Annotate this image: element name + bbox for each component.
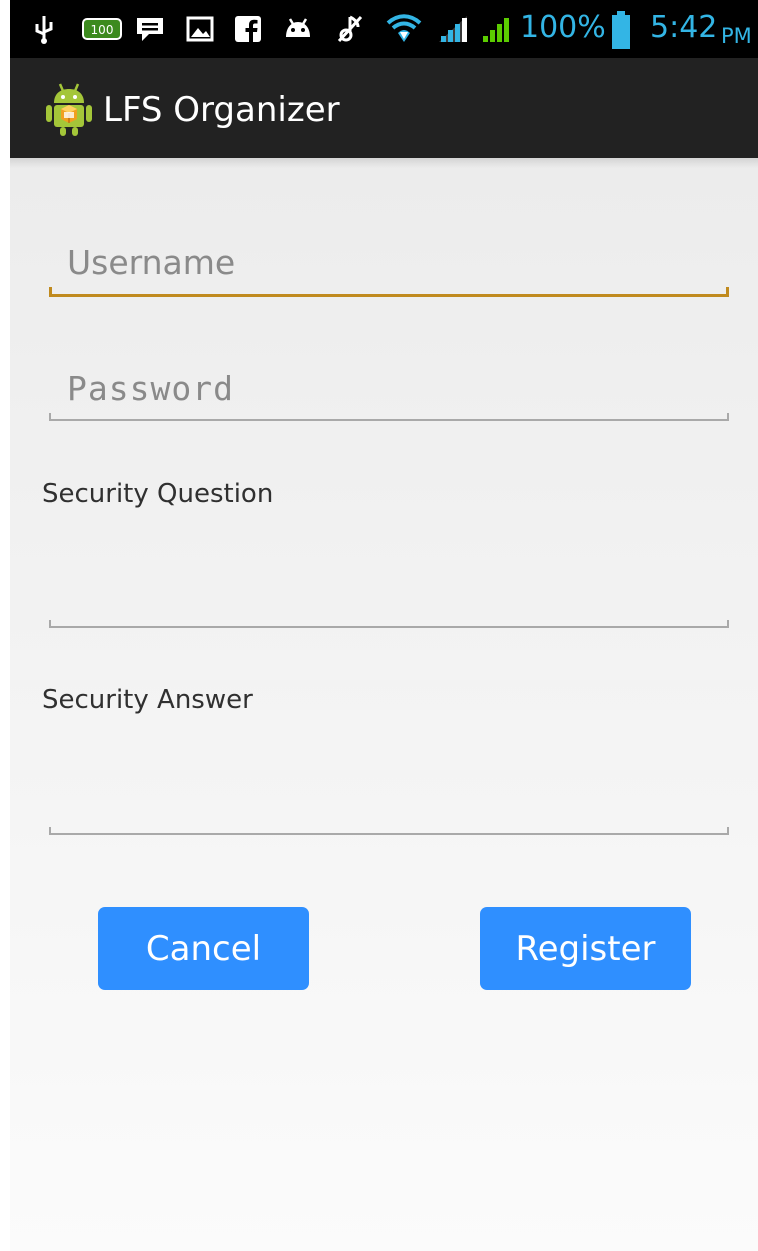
username-underline <box>49 294 729 297</box>
password-placeholder: Password <box>67 369 234 408</box>
status-bar <box>10 0 758 58</box>
app-title: LFS Organizer <box>103 90 340 130</box>
security-question-label: Security Question <box>42 479 274 509</box>
battery-icon <box>612 10 630 50</box>
facebook-icon <box>235 14 261 44</box>
signal-icon <box>437 14 469 44</box>
security-question-underline <box>49 626 729 628</box>
battery-percent: 100% <box>520 10 606 45</box>
security-question-input[interactable] <box>49 560 729 628</box>
security-answer-input[interactable] <box>49 766 729 834</box>
security-answer-underline-tick-right <box>727 827 729 835</box>
screen: 100 100% 5:42 PM LFS Organizer Username … <box>0 0 758 1251</box>
svg-text:100: 100 <box>91 23 114 37</box>
gallery-icon <box>186 14 214 44</box>
password-underline <box>49 419 729 421</box>
security-question-underline-tick-right <box>727 620 729 628</box>
security-question-underline-tick-left <box>49 620 51 628</box>
cancel-button[interactable]: Cancel <box>98 907 309 990</box>
security-answer-underline-tick-left <box>49 827 51 835</box>
clock-ampm: PM <box>721 24 752 48</box>
android-app-icon[interactable] <box>43 81 95 137</box>
password-underline-tick-right <box>727 413 729 421</box>
battery-100-notification-icon: 100 <box>82 14 122 44</box>
register-button[interactable]: Register <box>480 907 691 990</box>
username-underline-tick-left <box>49 287 52 296</box>
password-input[interactable]: Password <box>49 360 729 424</box>
security-answer-underline <box>49 833 729 835</box>
android-notification-icon <box>283 14 313 44</box>
password-underline-tick-left <box>49 413 51 421</box>
security-answer-label: Security Answer <box>42 685 253 715</box>
wifi-icon <box>386 14 422 44</box>
mute-icon <box>336 14 364 44</box>
clock-time: 5:42 <box>650 10 718 45</box>
username-input[interactable]: Username <box>49 236 729 300</box>
username-underline-tick-right <box>726 287 729 296</box>
username-placeholder: Username <box>67 243 236 282</box>
chat-icon <box>135 14 165 44</box>
usb-icon <box>34 14 54 44</box>
signal-icon <box>481 14 515 44</box>
